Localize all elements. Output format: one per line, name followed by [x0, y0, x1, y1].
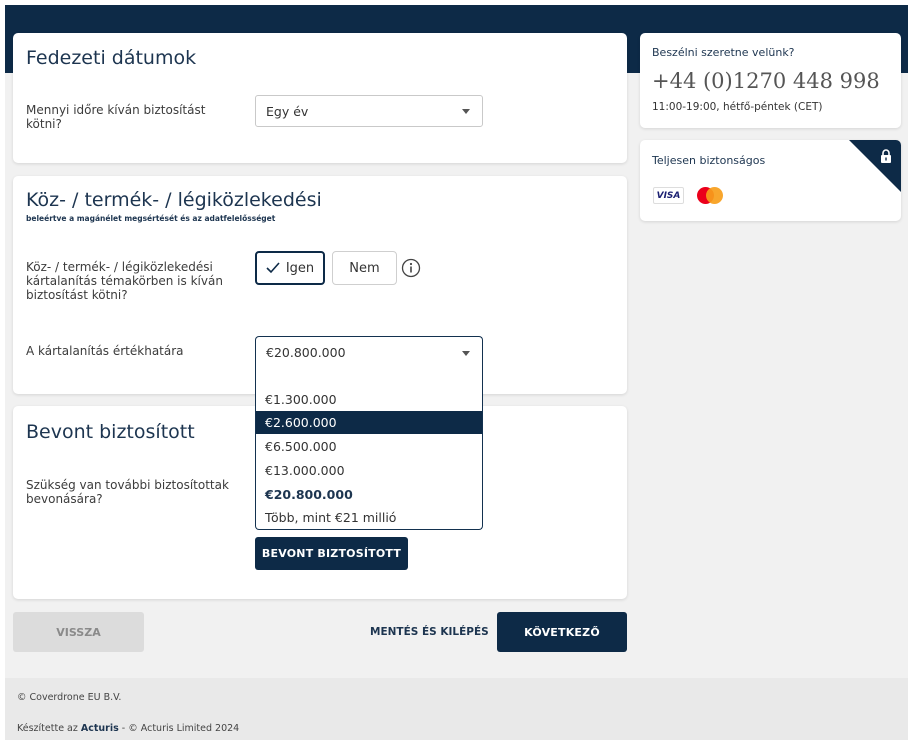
no-toggle-label: Nem	[349, 260, 380, 276]
contact-phone[interactable]: +44 (0)1270 448 998	[652, 69, 880, 93]
coverage-duration-value: Egy év	[266, 103, 309, 119]
checkmark-icon	[266, 262, 280, 274]
lock-icon	[881, 149, 891, 163]
contact-card: Beszélni szeretne velünk? +44 (0)1270 44…	[640, 33, 901, 128]
yes-toggle-button[interactable]: Igen	[255, 251, 325, 285]
contact-hours: 11:00-19:00, hétfő-péntek (CET)	[652, 101, 823, 113]
back-button[interactable]: VISSZA	[13, 612, 144, 652]
security-card: Teljesen biztonságos VISA	[640, 140, 901, 221]
add-insured-button[interactable]: BEVONT BIZTOSÍTOTT	[255, 537, 408, 570]
security-corner-ribbon	[849, 140, 901, 192]
mastercard-logo	[695, 187, 725, 204]
yes-toggle-label: Igen	[285, 260, 315, 276]
save-and-exit-link[interactable]: MENTÉS ÉS KILÉPÉS	[370, 626, 489, 638]
limit-option[interactable]: €13.000.000	[256, 459, 482, 482]
footer-copyright: © Coverdrone EU B.V.	[17, 692, 122, 703]
liability-question: Köz- / termék- / légiközlekedési kártala…	[26, 260, 223, 302]
limit-dropdown-list: €1.300.000 €2.600.000 €6.500.000 €13.000…	[255, 366, 483, 530]
coverage-dates-title: Fedezeti dátumok	[26, 47, 197, 69]
limit-option[interactable]: €6.500.000	[256, 435, 482, 458]
additional-insured-title: Bevont biztosított	[26, 421, 195, 443]
limit-select-value: €20.800.000	[266, 345, 346, 360]
next-button[interactable]: KÖVETKEZŐ	[497, 612, 627, 652]
contact-title: Beszélni szeretne velünk?	[652, 46, 795, 59]
info-icon[interactable]	[401, 258, 421, 278]
limit-option[interactable]: Több, mint €21 millió	[256, 506, 482, 529]
coverage-duration-label: Mennyi időre kíván biztosítást kötni?	[26, 103, 206, 131]
no-toggle-button[interactable]: Nem	[332, 251, 397, 285]
caret-down-icon	[462, 109, 470, 114]
liability-title: Köz- / termék- / légiközlekedési	[26, 189, 322, 211]
limit-option-selected[interactable]: €20.800.000	[256, 483, 482, 506]
footer: © Coverdrone EU B.V. Készítette az Actur…	[5, 678, 908, 740]
limit-select[interactable]: €20.800.000	[255, 336, 483, 368]
security-title: Teljesen biztonságos	[652, 154, 766, 167]
limit-option[interactable]: €1.300.000	[256, 388, 482, 411]
limit-option-highlighted[interactable]: €2.600.000	[256, 411, 482, 434]
visa-logo: VISA	[653, 187, 684, 204]
liability-subtitle: beleértve a magánélet megsértését és az …	[26, 214, 276, 223]
footer-made-by: Készítette az Acturis - © Acturis Limite…	[17, 723, 240, 734]
acturis-link[interactable]: Acturis	[81, 723, 119, 734]
caret-down-icon	[462, 350, 470, 356]
coverage-dates-card: Fedezeti dátumok Mennyi időre kíván bizt…	[13, 33, 627, 163]
limit-label: A kártalanítás értékhatára	[26, 344, 184, 358]
coverage-duration-select[interactable]: Egy év	[255, 95, 483, 127]
additional-insured-question: Szükség van további biztosítottak bevoná…	[26, 478, 229, 506]
liability-card: Köz- / termék- / légiközlekedési beleért…	[13, 176, 627, 394]
